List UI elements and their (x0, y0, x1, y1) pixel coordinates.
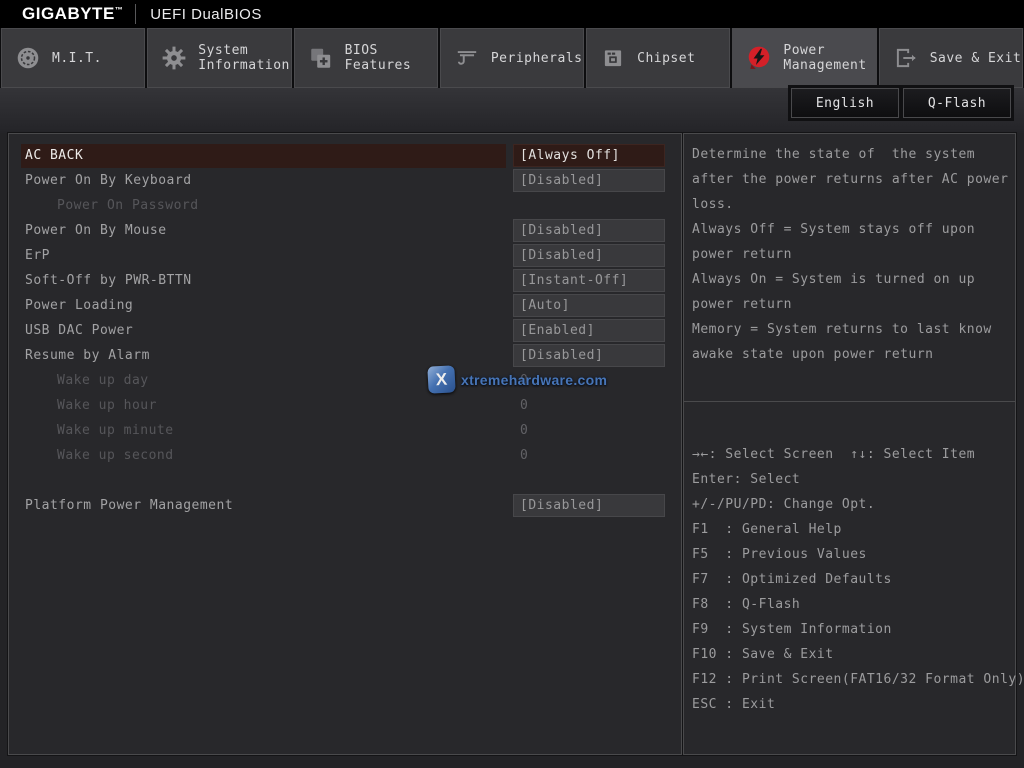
help-line: loss. (692, 192, 1011, 217)
help-line: Always Off = System stays off upon (692, 217, 1011, 242)
setting-value[interactable]: [Auto] (513, 294, 665, 317)
help-text: Determine the state of the systemafter t… (684, 134, 1015, 402)
setting-value: 0 (513, 369, 665, 392)
setting-value[interactable]: [Disabled] (513, 169, 665, 192)
setting-row: Wake up minute 0 (9, 418, 681, 443)
setting-label: AC BACK (21, 144, 506, 168)
tab-power-management[interactable]: Power Management (732, 28, 876, 88)
shortcut-line: →←: Select Screen ↑↓: Select Item (692, 442, 1011, 467)
setting-value[interactable]: [Disabled] (513, 219, 665, 242)
help-line: Always On = System is turned on up (692, 267, 1011, 292)
tab-system-information[interactable]: System Information (147, 28, 291, 88)
dial-icon (14, 44, 42, 72)
setting-value: 0 (513, 394, 665, 417)
settings-panel: AC BACK [Always Off] Power On By Keyboar… (8, 133, 682, 755)
tab-chipset[interactable]: Chipset (586, 28, 730, 88)
setting-row[interactable]: AC BACK [Always Off] (9, 143, 681, 168)
language-button[interactable]: English (791, 88, 899, 118)
setting-row[interactable]: Resume by Alarm [Disabled] (9, 343, 681, 368)
tab-label: Peripherals (491, 51, 583, 66)
help-panel: Determine the state of the systemafter t… (683, 133, 1016, 755)
help-line: Determine the state of the system (692, 142, 1011, 167)
setting-row[interactable]: Power Loading [Auto] (9, 293, 681, 318)
setting-label: Wake up minute (21, 419, 506, 443)
setting-value[interactable]: [Instant-Off] (513, 269, 665, 292)
shortcut-line: F1 : General Help (692, 517, 1011, 542)
shortcut-line: F12 : Print Screen(FAT16/32 Format Only) (692, 667, 1011, 692)
shortcut-line: F10 : Save & Exit (692, 642, 1011, 667)
qflash-button[interactable]: Q-Flash (903, 88, 1011, 118)
shortcut-line: F9 : System Information (692, 617, 1011, 642)
setting-value[interactable]: [Always Off] (513, 144, 665, 167)
setting-row: Wake up day 0 (9, 368, 681, 393)
tab-peripherals[interactable]: Peripherals (440, 28, 584, 88)
setting-value[interactable]: [Disabled] (513, 244, 665, 267)
shortcut-line: F5 : Previous Values (692, 542, 1011, 567)
exit-icon (892, 44, 920, 72)
help-line: power return (692, 242, 1011, 267)
setting-label: Resume by Alarm (21, 344, 506, 368)
tab-label: System Information (198, 43, 290, 73)
shortcut-line: F7 : Optimized Defaults (692, 567, 1011, 592)
help-line: Memory = System returns to last know (692, 317, 1011, 342)
tab-bios-features[interactable]: BIOS Features (294, 28, 438, 88)
setting-value[interactable]: [Disabled] (513, 494, 665, 517)
setting-value: 0 (513, 419, 665, 442)
shortcut-legend: →←: Select Screen ↑↓: Select ItemEnter: … (684, 402, 1015, 717)
setting-row[interactable]: Soft-Off by PWR-BTTN [Instant-Off] (9, 268, 681, 293)
setting-row[interactable]: Power On By Keyboard [Disabled] (9, 168, 681, 193)
setting-label: Wake up hour (21, 394, 506, 418)
setting-row: Wake up hour 0 (9, 393, 681, 418)
tab-bar: M.I.T. System Information BIOS Features … (0, 28, 1024, 88)
shortcut-line: F8 : Q-Flash (692, 592, 1011, 617)
setting-row[interactable]: USB DAC Power [Enabled] (9, 318, 681, 343)
setting-label: Power Loading (21, 294, 506, 318)
setting-label: Power On By Mouse (21, 219, 506, 243)
gigabyte-logo: GIGABYTE™ (22, 4, 123, 24)
setting-label: Platform Power Management (21, 494, 506, 518)
tab-label: BIOS Features (345, 43, 437, 73)
tab-mit[interactable]: M.I.T. (1, 28, 145, 88)
setting-label: Power On Password (21, 194, 506, 218)
setting-row[interactable]: ErP [Disabled] (9, 243, 681, 268)
setting-label: Wake up second (21, 444, 506, 468)
setting-row[interactable]: Platform Power Management [Disabled] (9, 493, 681, 518)
setting-label: USB DAC Power (21, 319, 506, 343)
help-line: after the power returns after AC power (692, 167, 1011, 192)
setting-label: ErP (21, 244, 506, 268)
peripherals-icon (453, 44, 481, 72)
help-line: awake state upon power return (692, 342, 1011, 367)
setting-label: Power On By Keyboard (21, 169, 506, 193)
top-bar: GIGABYTE™ UEFI DualBIOS (0, 0, 1024, 28)
setting-value[interactable]: [Enabled] (513, 319, 665, 342)
toolbar-band: English Q-Flash (0, 88, 1024, 133)
tab-label: Save & Exit (930, 51, 1022, 66)
tab-label: Chipset (637, 51, 695, 66)
setting-row: Power On Password (9, 193, 681, 218)
setting-label: Soft-Off by PWR-BTTN (21, 269, 506, 293)
power-bolt-icon (745, 44, 773, 72)
tab-label: M.I.T. (52, 51, 102, 66)
setting-row: Wake up second 0 (9, 443, 681, 468)
setting-value: 0 (513, 444, 665, 467)
shortcut-line: +/-/PU/PD: Change Opt. (692, 492, 1011, 517)
chipset-icon (599, 44, 627, 72)
shortcut-line: Enter: Select (692, 467, 1011, 492)
tab-label: Power Management (783, 43, 875, 73)
header-divider (135, 4, 136, 24)
setting-label: Wake up day (21, 369, 506, 393)
chip-plus-icon (307, 44, 335, 72)
gear-icon (160, 44, 188, 72)
tab-save-exit[interactable]: Save & Exit (879, 28, 1023, 88)
firmware-title: UEFI DualBIOS (150, 6, 262, 23)
shortcut-line: ESC : Exit (692, 692, 1011, 717)
setting-row[interactable]: Power On By Mouse [Disabled] (9, 218, 681, 243)
help-line: power return (692, 292, 1011, 317)
setting-value[interactable]: [Disabled] (513, 344, 665, 367)
